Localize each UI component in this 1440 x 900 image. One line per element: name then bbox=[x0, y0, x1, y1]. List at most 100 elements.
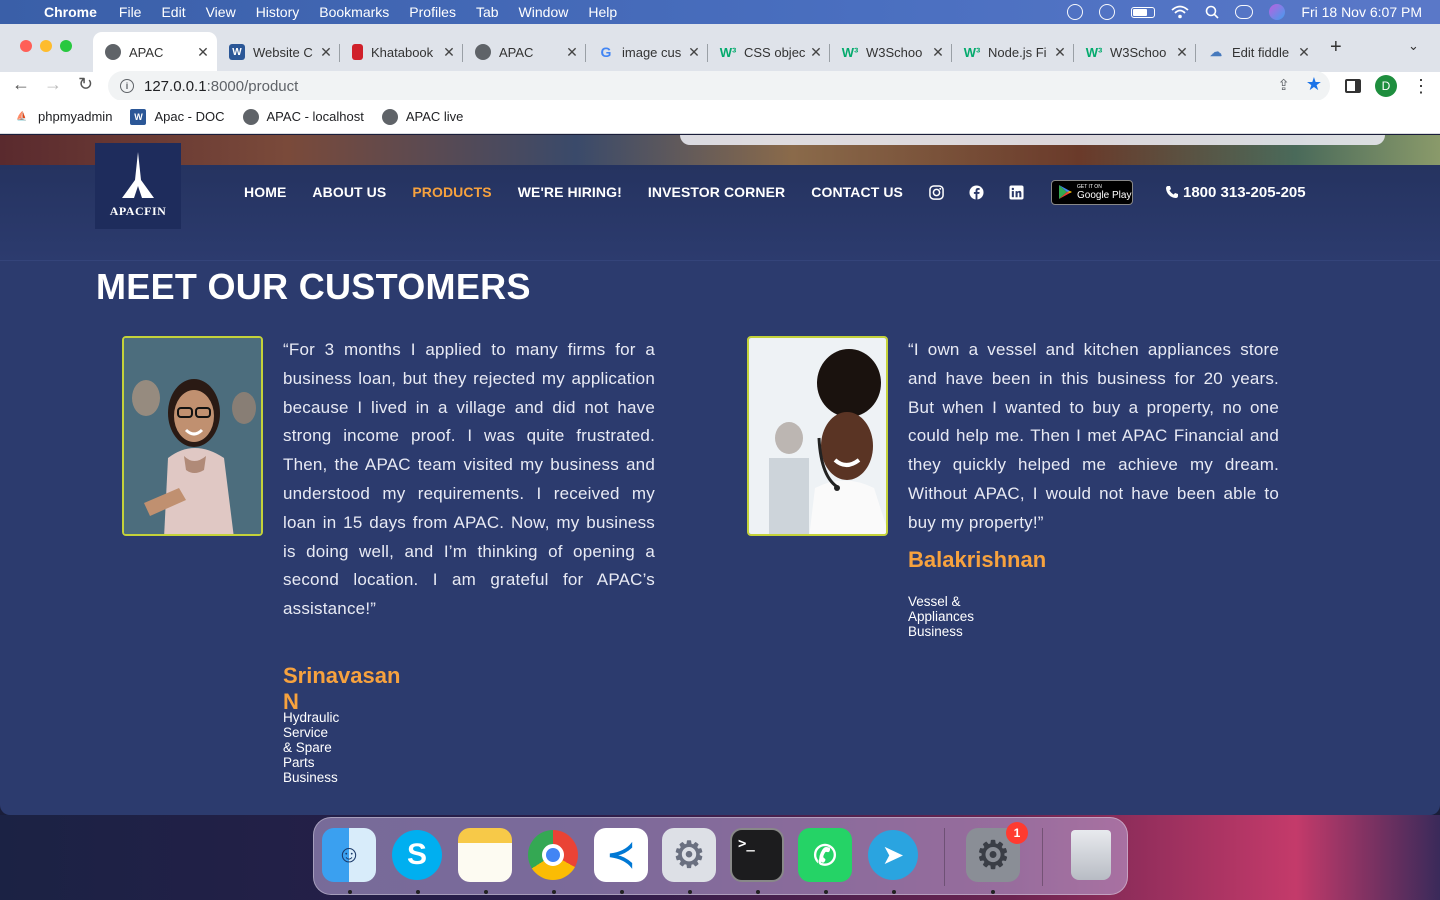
back-arrow-icon[interactable]: ← bbox=[12, 74, 30, 95]
close-tab-icon[interactable]: ✕ bbox=[930, 44, 946, 61]
tab-w3schools-2[interactable]: W³ W3Schoo ✕ bbox=[1074, 32, 1196, 72]
menu-app-name[interactable]: Chrome bbox=[44, 4, 97, 20]
logo-figure-icon bbox=[122, 152, 154, 198]
new-tab-button[interactable]: + bbox=[1330, 36, 1342, 59]
nav-products[interactable]: PRODUCTS bbox=[412, 184, 491, 200]
whatsapp-icon[interactable]: ✆ bbox=[798, 828, 852, 882]
tab-search-chevron-icon[interactable]: ⌄ bbox=[1408, 38, 1419, 54]
address-bar[interactable]: i 127.0.0.1:8000/product ⇪ ★ bbox=[108, 71, 1330, 101]
tab-nodejs[interactable]: W³ Node.js Fi ✕ bbox=[952, 32, 1074, 72]
nav-investor-corner[interactable]: INVESTOR CORNER bbox=[648, 184, 785, 200]
reload-icon[interactable]: ↻ bbox=[78, 74, 93, 95]
system-settings-icon[interactable]: ⚙ 1 bbox=[966, 822, 1028, 882]
facebook-icon[interactable] bbox=[969, 184, 985, 200]
customer-name-1: Srinavasan N bbox=[283, 663, 401, 714]
notes-icon[interactable] bbox=[458, 828, 512, 882]
customer-photo-2 bbox=[747, 336, 888, 536]
telegram-status-icon[interactable] bbox=[1067, 4, 1084, 20]
site-info-icon[interactable]: i bbox=[120, 79, 134, 93]
menu-profiles[interactable]: Profiles bbox=[409, 4, 456, 20]
close-window-button[interactable] bbox=[20, 40, 32, 52]
close-tab-icon[interactable]: ✕ bbox=[564, 44, 580, 61]
nav-home[interactable]: HOME bbox=[244, 184, 286, 200]
tab-apac[interactable]: APAC ✕ bbox=[463, 32, 586, 72]
menu-history[interactable]: History bbox=[256, 4, 300, 20]
tab-title: Edit fiddle bbox=[1232, 44, 1290, 60]
logo-text: APACFIN bbox=[109, 204, 167, 218]
menu-bookmarks[interactable]: Bookmarks bbox=[319, 4, 389, 20]
share-icon[interactable]: ⇪ bbox=[1277, 76, 1290, 94]
close-tab-icon[interactable]: ✕ bbox=[195, 44, 211, 61]
control-center-icon[interactable] bbox=[1235, 5, 1254, 19]
tab-title: APAC bbox=[129, 44, 164, 60]
phone-contact[interactable]: 1800 313-205-205 bbox=[1165, 184, 1306, 201]
tab-website[interactable]: W Website C ✕ bbox=[217, 32, 340, 72]
tab-khatabook[interactable]: Khatabook ✕ bbox=[340, 32, 463, 72]
bookmark-apac-localhost[interactable]: APAC - localhost bbox=[242, 108, 364, 125]
nav-about-us[interactable]: ABOUT US bbox=[312, 184, 386, 200]
zoom-window-button[interactable] bbox=[60, 40, 72, 52]
battery-icon[interactable] bbox=[1131, 6, 1156, 18]
spotlight-search-icon[interactable] bbox=[1205, 5, 1219, 19]
close-tab-icon[interactable]: ✕ bbox=[441, 44, 457, 61]
trash-icon[interactable] bbox=[1064, 828, 1118, 882]
wifi-icon[interactable] bbox=[1171, 5, 1189, 19]
vscode-icon[interactable]: ≺ bbox=[594, 828, 648, 882]
sidepanel-icon[interactable] bbox=[1345, 72, 1361, 100]
terminal-icon[interactable]: >_ bbox=[730, 828, 784, 882]
globe-icon bbox=[105, 44, 121, 60]
bookmark-label: APAC live bbox=[405, 109, 464, 124]
tab-title: Node.js Fi bbox=[988, 44, 1047, 60]
menu-window[interactable]: Window bbox=[519, 4, 569, 20]
tab-image-search[interactable]: G image cus ✕ bbox=[586, 32, 708, 72]
linkedin-icon[interactable] bbox=[1009, 184, 1025, 200]
tab-css-object[interactable]: W³ CSS objec ✕ bbox=[708, 32, 830, 72]
menu-view[interactable]: View bbox=[206, 4, 236, 20]
checkmark-status-icon[interactable] bbox=[1099, 4, 1116, 20]
menu-tab[interactable]: Tab bbox=[476, 4, 499, 20]
nav-contact-us[interactable]: CONTACT US bbox=[811, 184, 903, 200]
w3schools-icon: W³ bbox=[963, 44, 981, 60]
close-tab-icon[interactable]: ✕ bbox=[1052, 44, 1068, 61]
close-tab-icon[interactable]: ✕ bbox=[686, 44, 702, 61]
tab-w3schools-1[interactable]: W³ W3Schoo ✕ bbox=[830, 32, 952, 72]
bookmark-apac-live[interactable]: APAC live bbox=[381, 108, 464, 125]
preferences-icon[interactable]: ⚙ bbox=[662, 828, 716, 882]
macos-dock: ☺ S ≺ ⚙ >_ ✆ ➤ ⚙ 1 bbox=[313, 817, 1128, 895]
phone-icon bbox=[1165, 186, 1178, 198]
customer-quote-1: “For 3 months I applied to many firms fo… bbox=[283, 340, 655, 619]
profile-avatar[interactable]: D bbox=[1375, 75, 1397, 97]
telegram-icon[interactable]: ➤ bbox=[866, 828, 920, 882]
more-menu-icon[interactable]: ⋮ bbox=[1412, 72, 1430, 100]
site-header: APACFIN HOME ABOUT US PRODUCTS WE'RE HIR… bbox=[0, 143, 1440, 261]
tab-title: Website C bbox=[253, 44, 313, 60]
apacfin-logo[interactable]: APACFIN bbox=[95, 143, 181, 229]
close-tab-icon[interactable]: ✕ bbox=[1296, 44, 1312, 61]
nav-hiring[interactable]: WE'RE HIRING! bbox=[518, 184, 622, 200]
close-tab-icon[interactable]: ✕ bbox=[1174, 44, 1190, 61]
tab-edit-fiddle[interactable]: ☁ Edit fiddle ✕ bbox=[1196, 32, 1318, 72]
menubar-clock[interactable]: Fri 18 Nov 6:07 PM bbox=[1301, 4, 1422, 20]
w3schools-icon: W³ bbox=[719, 44, 737, 60]
customer-business-1: Hydraulic Service & Spare Parts Business bbox=[283, 710, 340, 785]
minimize-window-button[interactable] bbox=[40, 40, 52, 52]
menu-file[interactable]: File bbox=[119, 4, 142, 20]
tab-apac-active[interactable]: APAC ✕ bbox=[93, 32, 217, 72]
siri-icon[interactable] bbox=[1269, 4, 1286, 20]
instagram-icon[interactable] bbox=[929, 184, 945, 200]
menu-edit[interactable]: Edit bbox=[161, 4, 185, 20]
forward-arrow-icon[interactable]: → bbox=[44, 74, 62, 95]
bookmark-star-icon[interactable]: ★ bbox=[1306, 74, 1322, 95]
bookmark-apac-doc[interactable]: W Apac - DOC bbox=[130, 108, 225, 125]
finder-icon[interactable]: ☺ bbox=[322, 828, 376, 882]
chrome-icon[interactable] bbox=[526, 828, 580, 882]
close-tab-icon[interactable]: ✕ bbox=[808, 44, 824, 61]
menu-help[interactable]: Help bbox=[588, 4, 617, 20]
bookmark-phpmyadmin[interactable]: ⛵ phpmyadmin bbox=[14, 109, 112, 125]
w3schools-icon: W³ bbox=[1085, 44, 1103, 60]
skype-icon[interactable]: S bbox=[390, 828, 444, 882]
tab-title: W3Schoo bbox=[866, 44, 923, 60]
google-play-badge[interactable]: GET IT ON Google Play bbox=[1050, 179, 1133, 205]
close-tab-icon[interactable]: ✕ bbox=[318, 44, 334, 61]
notification-badge: 1 bbox=[1006, 822, 1028, 844]
